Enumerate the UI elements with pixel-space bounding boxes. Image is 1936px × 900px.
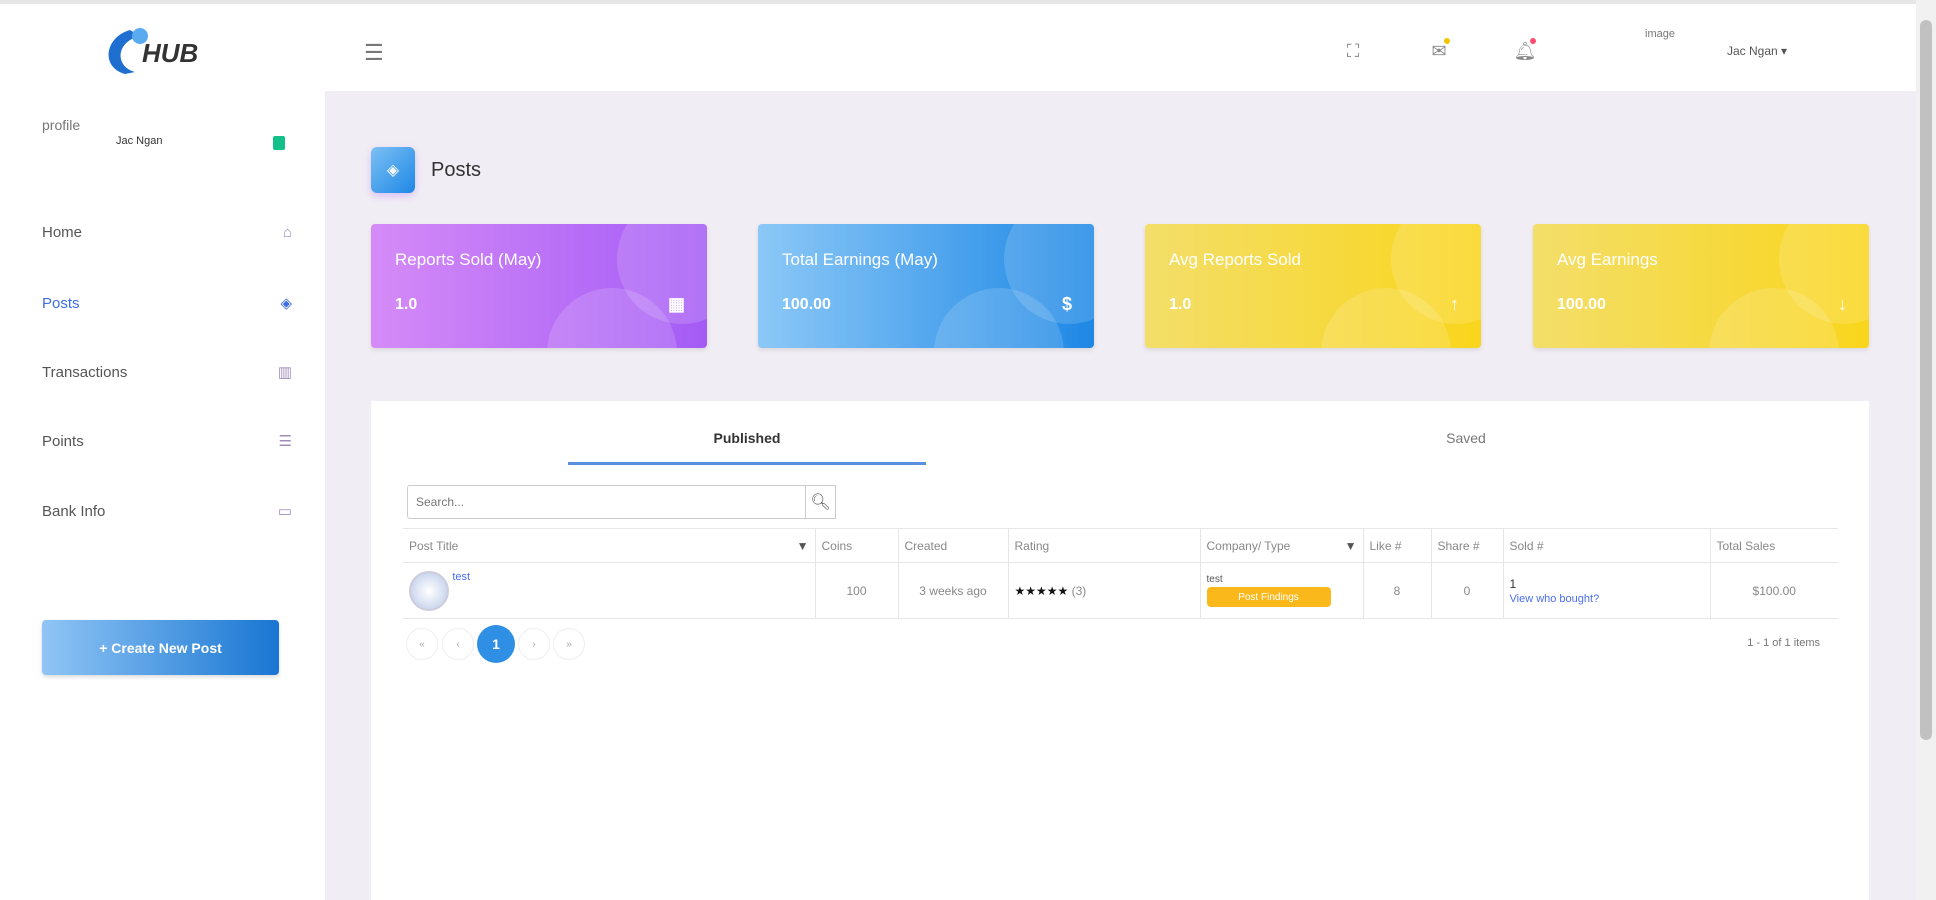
active-tab-indicator (568, 462, 926, 465)
dollar-icon: $ (1061, 294, 1072, 314)
search-input[interactable] (407, 485, 806, 519)
col-like[interactable]: Like # (1363, 528, 1432, 563)
cell-shares: 0 (1431, 562, 1504, 619)
scrollbar-thumb[interactable] (1920, 20, 1932, 740)
next-page-button[interactable]: › (518, 628, 550, 660)
nav-label: Posts (42, 294, 80, 312)
cell-created: 3 weeks ago (898, 562, 1009, 619)
card-avg-earnings: Avg Earnings 100.00 ↓ (1533, 224, 1869, 348)
logo[interactable]: HUB (100, 22, 225, 80)
first-page-button[interactable]: « (406, 628, 438, 660)
card-title: Avg Reports Sold (1169, 250, 1301, 269)
col-company-type[interactable]: Company/ Type ▼ (1200, 528, 1364, 563)
card-reports-sold: Reports Sold (May) 1.0 ▦ (371, 224, 707, 348)
sidebar: profile Jac Ngan Home ⌂ Posts ◈ Transactio… (0, 91, 325, 900)
prev-page-button[interactable]: ‹ (442, 628, 474, 660)
profile-image: profile (42, 117, 81, 133)
table-header: Post Title ▼ Coins Created Rating Company… (403, 528, 1838, 563)
profile-name: Jac Ngan (116, 135, 163, 147)
table-row: test 100 3 weeks ago ★★★★★ (3) test Post … (403, 562, 1838, 619)
col-sold[interactable]: Sold # (1503, 528, 1711, 563)
list-icon: ☰ (278, 433, 292, 450)
cell-company: test Post Findings (1200, 562, 1364, 619)
post-title-link[interactable]: test (452, 571, 470, 583)
arrow-down-icon: ↓ (1838, 294, 1847, 314)
hamburger-menu-icon[interactable]: ☰ (364, 40, 384, 66)
col-total-sales[interactable]: Total Sales (1710, 528, 1838, 563)
nav-label: Bank Info (42, 502, 106, 520)
card-value: 1.0 (1169, 296, 1192, 313)
mail-icon[interactable]: ✉ (1426, 38, 1452, 64)
sidebar-item-points[interactable]: Points ☰ (42, 426, 292, 456)
company-name: test (1206, 574, 1223, 585)
col-post-title[interactable]: Post Title ▼ (403, 528, 816, 563)
star-rating: ★★★★★ (1014, 583, 1069, 598)
user-avatar[interactable]: image (1645, 28, 1675, 40)
sidebar-item-transactions[interactable]: Transactions ▥ (42, 357, 292, 387)
tab-saved[interactable]: Saved (1286, 430, 1646, 446)
sidebar-item-posts[interactable]: Posts ◈ (42, 288, 292, 318)
user-name: Jac Ngan (1727, 44, 1778, 58)
card-value: 100.00 (782, 296, 831, 313)
col-rating[interactable]: Rating (1008, 528, 1201, 563)
bar-chart-icon: ▥ (277, 364, 292, 381)
filter-icon[interactable]: ▼ (1345, 539, 1357, 553)
nav-label: Points (42, 432, 84, 450)
nav-label: Transactions (42, 363, 128, 381)
col-share[interactable]: Share # (1431, 528, 1504, 563)
create-new-post-button[interactable]: + Create New Post (42, 620, 279, 675)
card-value: 1.0 (395, 296, 418, 313)
card-total-earnings: Total Earnings (May) 100.00 $ (758, 224, 1094, 348)
filter-icon[interactable]: ▼ (797, 539, 809, 553)
pagination-summary: 1 - 1 of 1 items (1747, 637, 1820, 649)
search-icon: 🔍︎ (810, 494, 831, 511)
posts-icon: ◈ (280, 295, 292, 312)
page-1-button[interactable]: 1 (477, 625, 515, 663)
card-icon: ▭ (277, 503, 292, 520)
top-header: HUB ☰ ⛶ ✉ 🔔︎ image Jac Ngan ▾ (0, 0, 1936, 91)
status-icon (273, 136, 285, 150)
cell-total-sales: $100.00 (1710, 562, 1838, 619)
cell-likes: 8 (1363, 562, 1432, 619)
post-thumbnail (409, 570, 449, 611)
rating-count: (3) (1071, 583, 1087, 598)
posts-panel (371, 401, 1869, 900)
report-icon: ▦ (667, 294, 685, 314)
search-button[interactable]: 🔍︎ (806, 485, 836, 519)
arrow-up-icon: ↑ (1450, 294, 1459, 314)
last-page-button[interactable]: » (553, 628, 585, 660)
cell-sold: 1 View who bought? (1503, 562, 1711, 619)
cell-rating: ★★★★★ (3) (1008, 562, 1201, 619)
posts-page-icon: ◈ (371, 147, 415, 193)
posts-table: Post Title ▼ Coins Created Rating Company… (403, 528, 1838, 619)
col-created[interactable]: Created (898, 528, 1009, 563)
user-menu[interactable]: Jac Ngan ▾ (1727, 44, 1787, 58)
card-title: Avg Earnings (1557, 250, 1658, 269)
card-avg-reports-sold: Avg Reports Sold 1.0 ↑ (1145, 224, 1481, 348)
page-title: Posts (431, 159, 482, 181)
view-who-bought-link[interactable]: View who bought? (1510, 593, 1600, 605)
fullscreen-icon[interactable]: ⛶ (1340, 38, 1366, 64)
tab-published[interactable]: Published (567, 430, 927, 446)
home-icon: ⌂ (282, 223, 292, 241)
card-value: 100.00 (1557, 296, 1606, 313)
cell-coins: 100 (815, 562, 899, 619)
sold-count: 1 (1509, 576, 1517, 591)
type-badge: Post Findings (1206, 587, 1331, 607)
bell-icon[interactable]: 🔔︎ (1512, 38, 1538, 64)
card-title: Total Earnings (May) (782, 250, 938, 269)
sidebar-item-bank-info[interactable]: Bank Info ▭ (42, 496, 292, 526)
logo-text: HUB (142, 38, 199, 68)
col-coins[interactable]: Coins (815, 528, 899, 563)
sidebar-item-home[interactable]: Home ⌂ (42, 217, 292, 247)
chevron-down-icon: ▾ (1781, 44, 1788, 58)
card-title: Reports Sold (May) (395, 250, 542, 269)
nav-label: Home (42, 223, 83, 241)
